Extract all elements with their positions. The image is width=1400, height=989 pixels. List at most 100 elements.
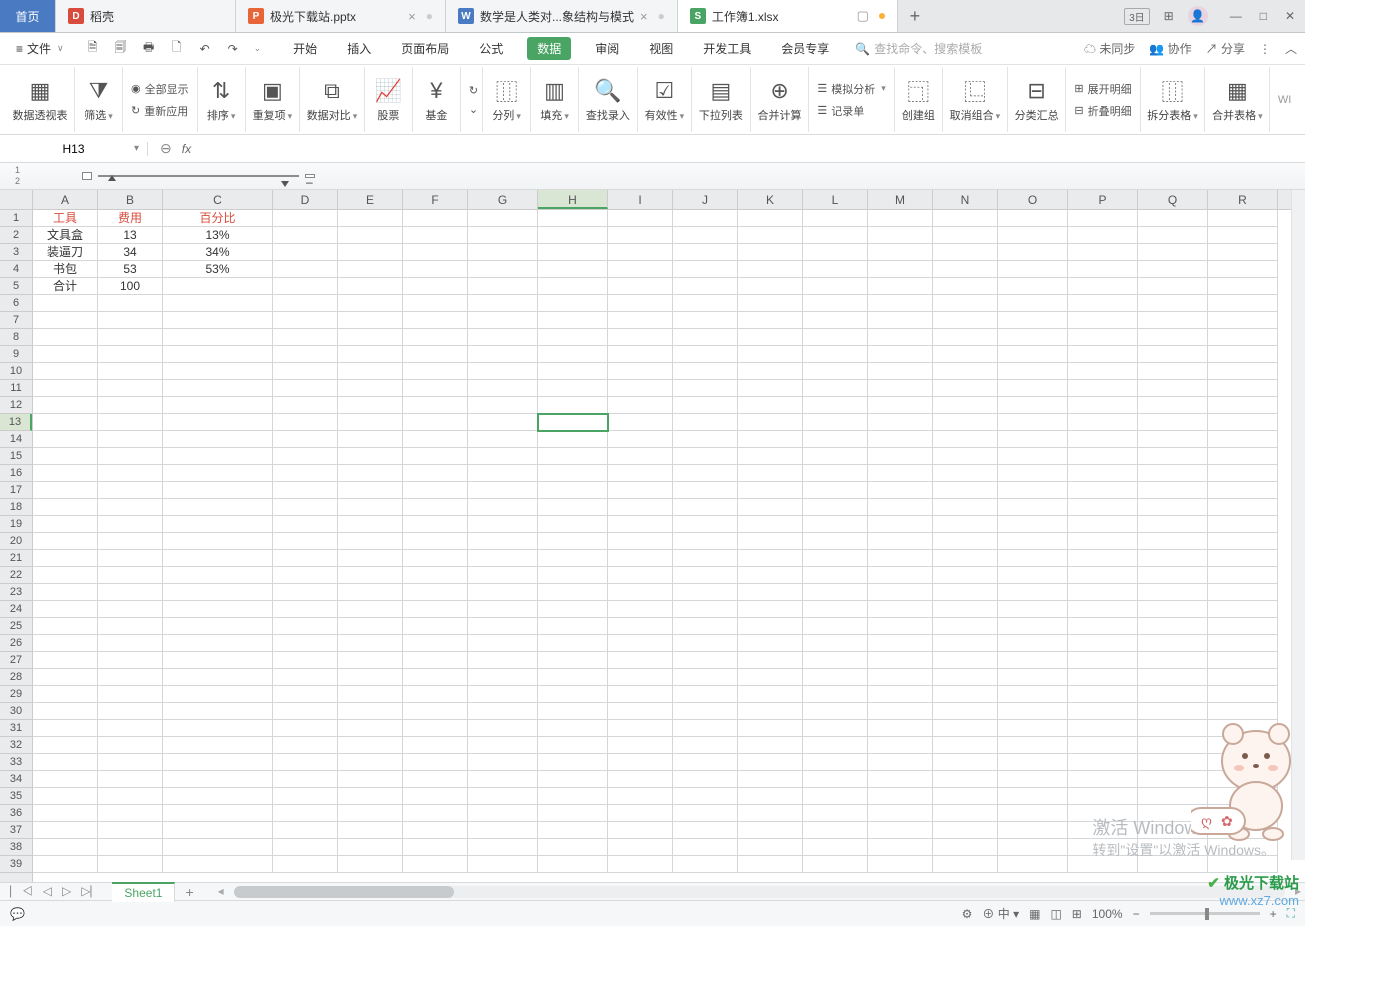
cell-E36[interactable] <box>338 805 403 822</box>
cell-M22[interactable] <box>868 567 933 584</box>
expand-detail-button[interactable]: ⊞展开明细 <box>1074 81 1131 97</box>
cell-L33[interactable] <box>803 754 868 771</box>
row-header-18[interactable]: 18 <box>0 499 32 516</box>
cell-P25[interactable] <box>1068 618 1138 635</box>
cell-M19[interactable] <box>868 516 933 533</box>
share-button[interactable]: ↗ 分享 <box>1206 40 1245 57</box>
cell-C20[interactable] <box>163 533 273 550</box>
cell-R32[interactable] <box>1208 737 1278 754</box>
cell-A19[interactable] <box>33 516 98 533</box>
cell-N5[interactable] <box>933 278 998 295</box>
cell-D25[interactable] <box>273 618 338 635</box>
cell-E4[interactable] <box>338 261 403 278</box>
cell-G12[interactable] <box>468 397 538 414</box>
row-header-12[interactable]: 12 <box>0 397 32 414</box>
cell-N12[interactable] <box>933 397 998 414</box>
cell-P3[interactable] <box>1068 244 1138 261</box>
cell-D33[interactable] <box>273 754 338 771</box>
cell-G30[interactable] <box>468 703 538 720</box>
cell-E26[interactable] <box>338 635 403 652</box>
cell-R13[interactable] <box>1208 414 1278 431</box>
cell-R39[interactable] <box>1208 856 1278 873</box>
cell-K9[interactable] <box>738 346 803 363</box>
cell-Q35[interactable] <box>1138 788 1208 805</box>
cell-H28[interactable] <box>538 669 608 686</box>
cell-J10[interactable] <box>673 363 738 380</box>
cell-K34[interactable] <box>738 771 803 788</box>
cell-H29[interactable] <box>538 686 608 703</box>
cell-A31[interactable] <box>33 720 98 737</box>
cell-H27[interactable] <box>538 652 608 669</box>
cell-G5[interactable] <box>468 278 538 295</box>
cell-O22[interactable] <box>998 567 1068 584</box>
cell-B13[interactable] <box>98 414 163 431</box>
cell-I1[interactable] <box>608 210 673 227</box>
cell-N6[interactable] <box>933 295 998 312</box>
settings-gear-icon[interactable]: ⚙ <box>962 907 973 921</box>
cell-H25[interactable] <box>538 618 608 635</box>
cell-J9[interactable] <box>673 346 738 363</box>
ribbon-pivot[interactable]: ▦数据透视表 <box>6 67 75 132</box>
cell-J30[interactable] <box>673 703 738 720</box>
cell-E27[interactable] <box>338 652 403 669</box>
cell-N20[interactable] <box>933 533 998 550</box>
undo-icon[interactable]: ↶ <box>196 42 214 56</box>
cell-D21[interactable] <box>273 550 338 567</box>
cell-G38[interactable] <box>468 839 538 856</box>
cell-G24[interactable] <box>468 601 538 618</box>
collapse-detail-button[interactable]: ⊟折叠明细 <box>1074 103 1131 119</box>
cell-N16[interactable] <box>933 465 998 482</box>
cell-R26[interactable] <box>1208 635 1278 652</box>
row-header-38[interactable]: 38 <box>0 839 32 856</box>
ribbon-stock[interactable]: 📈股票 <box>365 67 413 132</box>
cell-F16[interactable] <box>403 465 468 482</box>
cell-G36[interactable] <box>468 805 538 822</box>
cell-P36[interactable] <box>1068 805 1138 822</box>
cell-F36[interactable] <box>403 805 468 822</box>
menu-tab-6[interactable]: 视图 <box>643 36 679 61</box>
cell-O16[interactable] <box>998 465 1068 482</box>
cell-D30[interactable] <box>273 703 338 720</box>
save-as-icon[interactable]: 🗐 <box>112 38 130 59</box>
cell-L28[interactable] <box>803 669 868 686</box>
cell-E17[interactable] <box>338 482 403 499</box>
cell-O14[interactable] <box>998 431 1068 448</box>
cell-B36[interactable] <box>98 805 163 822</box>
cell-L10[interactable] <box>803 363 868 380</box>
cell-J1[interactable] <box>673 210 738 227</box>
cell-B35[interactable] <box>98 788 163 805</box>
cell-I24[interactable] <box>608 601 673 618</box>
cell-C10[interactable] <box>163 363 273 380</box>
ribbon-filter[interactable]: ⧩筛选▾ <box>75 67 123 132</box>
ribbon-lookup[interactable]: 🔍查找录入 <box>579 67 638 132</box>
cell-I29[interactable] <box>608 686 673 703</box>
cell-M29[interactable] <box>868 686 933 703</box>
cell-P4[interactable] <box>1068 261 1138 278</box>
cell-J20[interactable] <box>673 533 738 550</box>
cell-M37[interactable] <box>868 822 933 839</box>
cell-F32[interactable] <box>403 737 468 754</box>
cell-F12[interactable] <box>403 397 468 414</box>
cell-O7[interactable] <box>998 312 1068 329</box>
cell-D4[interactable] <box>273 261 338 278</box>
cell-H3[interactable] <box>538 244 608 261</box>
cell-F35[interactable] <box>403 788 468 805</box>
cell-A34[interactable] <box>33 771 98 788</box>
cell-K15[interactable] <box>738 448 803 465</box>
cell-I19[interactable] <box>608 516 673 533</box>
cell-P31[interactable] <box>1068 720 1138 737</box>
cell-M33[interactable] <box>868 754 933 771</box>
cell-Q10[interactable] <box>1138 363 1208 380</box>
view-normal-icon[interactable]: ▦ <box>1029 907 1040 921</box>
cell-M31[interactable] <box>868 720 933 737</box>
cell-A27[interactable] <box>33 652 98 669</box>
cell-F21[interactable] <box>403 550 468 567</box>
cell-H33[interactable] <box>538 754 608 771</box>
minimize-button[interactable]: — <box>1230 9 1242 23</box>
cell-F28[interactable] <box>403 669 468 686</box>
cell-L38[interactable] <box>803 839 868 856</box>
cell-K13[interactable] <box>738 414 803 431</box>
cell-E16[interactable] <box>338 465 403 482</box>
cell-K39[interactable] <box>738 856 803 873</box>
cell-G9[interactable] <box>468 346 538 363</box>
